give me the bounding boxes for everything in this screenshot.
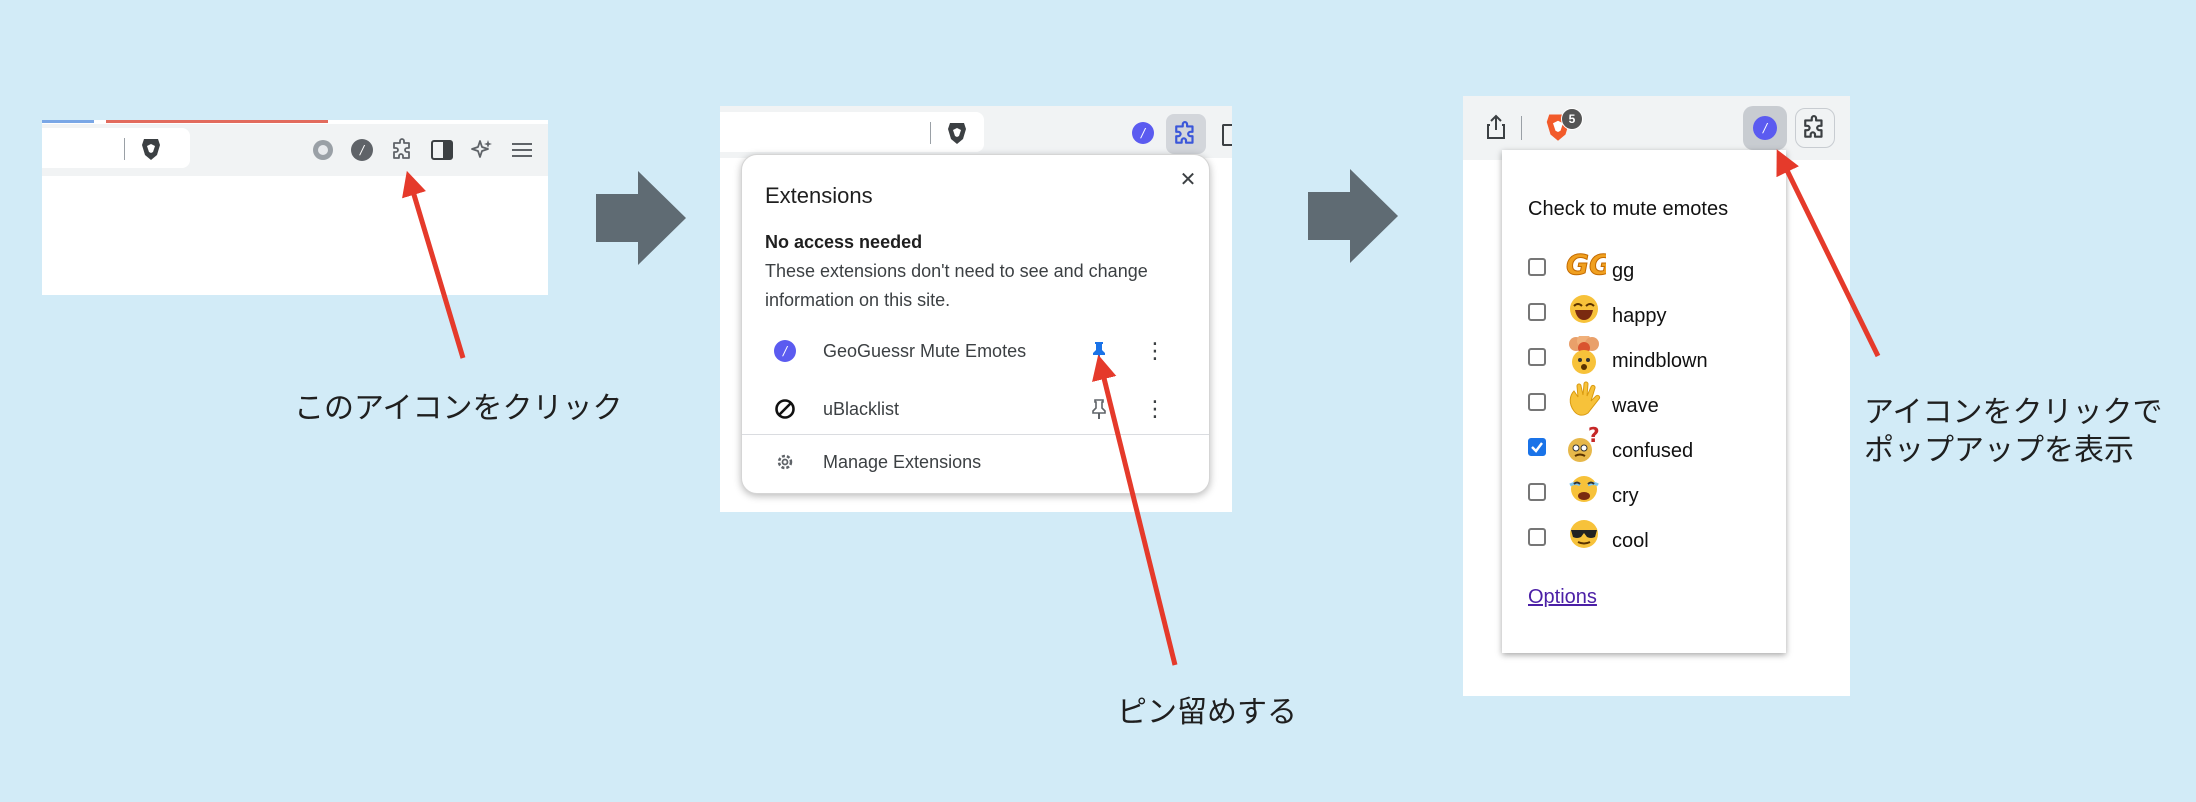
callout-arrow-step2 [1092, 354, 1178, 666]
callout-arrow-step3 [1776, 149, 1881, 358]
callout-arrows [402, 149, 1881, 666]
callout-arrow-step1 [402, 170, 466, 359]
